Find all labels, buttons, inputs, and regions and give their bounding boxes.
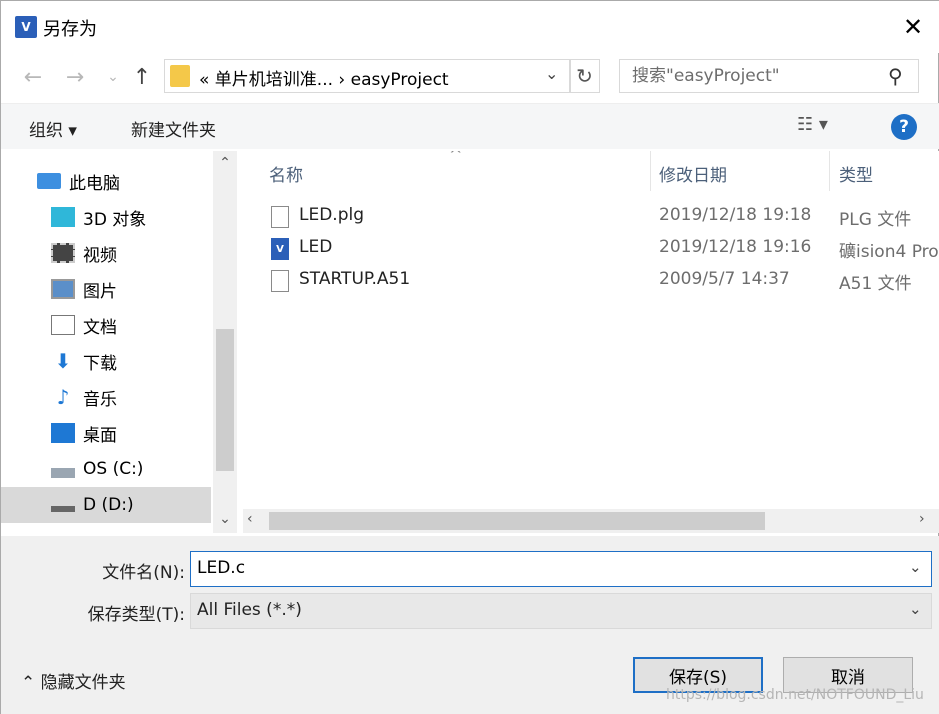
back-arrow-icon[interactable]: ← [19,63,47,91]
video-icon [51,243,75,263]
search-input[interactable] [632,66,887,86]
file-row[interactable]: STARTUP.A51 2009/5/7 14:37 A51 文件 [243,265,939,297]
navigation-pane: 此电脑 3D 对象 视频 图片 文档 ⬇ 下载 ♪ 音乐 桌面 OS (C:) … [1,151,239,536]
document-icon [271,206,289,228]
sidebar-item-label: 音乐 [83,389,117,410]
sidebar-item-label: 视频 [83,245,117,266]
file-type: 礦ision4 Pro [839,242,939,262]
sidebar-item-3d-objects[interactable]: 3D 对象 [1,199,211,235]
uvision-app-icon: V [15,16,37,38]
new-folder-button[interactable]: 新建文件夹 [131,116,216,141]
save-as-dialog: V 另存为 ✕ ← → ⌄ ↑ « 单片机培训准... › easyProjec… [0,0,939,714]
scroll-left-icon[interactable]: ‹ [247,511,253,527]
column-divider[interactable] [650,151,651,191]
scroll-right-icon[interactable]: › [919,511,925,527]
sidebar-item-documents[interactable]: 文档 [1,307,211,343]
refresh-icon[interactable]: ↻ [569,59,600,93]
sidebar-item-label: 3D 对象 [83,209,147,230]
recent-locations-icon[interactable]: ⌄ [99,63,127,91]
organize-button[interactable]: 组织 ▾ [29,116,77,141]
filename-combobox[interactable]: ⌄ [190,551,932,587]
computer-icon [37,173,61,189]
hide-folders-toggle[interactable]: ⌃ 隐藏文件夹 [21,668,126,693]
sidebar-item-label: 此电脑 [69,173,120,194]
filename-label: 文件名(N): [102,563,185,583]
scrollbar-thumb[interactable] [216,329,234,471]
uvision-icon: V [271,238,289,260]
sidebar-item-desktop[interactable]: 桌面 [1,415,211,451]
documents-icon [51,315,75,335]
toolbar: 组织 ▾ 新建文件夹 ☷ ▾ ? [1,103,939,149]
view-options-icon[interactable]: ☷ ▾ [797,114,828,135]
chevron-down-icon[interactable]: ⌄ [545,64,558,83]
address-path[interactable]: « 单片机培训准... › easyProject [199,65,449,90]
drive-d-icon [51,506,75,512]
filetype-select[interactable]: All Files (*.*) ⌄ [190,593,932,629]
sidebar-item-this-pc[interactable]: 此电脑 [1,163,211,199]
sidebar-item-videos[interactable]: 视频 [1,235,211,271]
pictures-icon [51,279,75,299]
search-icon[interactable]: ⚲ [888,64,903,88]
close-button[interactable]: ✕ [897,13,929,41]
address-bar[interactable]: « 单片机培训准... › easyProject ⌄ [164,59,571,93]
sidebar-item-pictures[interactable]: 图片 [1,271,211,307]
chevron-down-icon[interactable]: ⌄ [909,558,922,576]
sidebar-item-label: 图片 [83,281,117,302]
help-icon[interactable]: ? [891,114,917,140]
scrollbar-thumb[interactable] [269,512,765,530]
file-row[interactable]: V LED 2019/12/18 19:16 礦ision4 Pro [243,233,939,265]
document-icon [271,270,289,292]
3d-objects-icon [51,207,75,227]
column-header-type[interactable]: 类型 [839,161,873,186]
chevron-down-icon[interactable]: ⌄ [909,600,922,618]
file-date: 2019/12/18 19:16 [659,237,812,257]
music-icon: ♪ [56,385,70,409]
sidebar-item-music[interactable]: ♪ 音乐 [1,379,211,415]
sidebar-item-drive-c[interactable]: OS (C:) [1,451,211,487]
file-date: 2009/5/7 14:37 [659,269,790,289]
file-list-horizontal-scrollbar[interactable]: ‹ › [243,509,939,533]
scroll-down-icon[interactable]: ⌄ [213,511,237,527]
scroll-up-icon[interactable]: ⌃ [213,155,237,171]
watermark-text: https://blog.csdn.net/NOTFOUND_Liu [666,687,924,703]
column-header-date[interactable]: 修改日期 [659,161,727,186]
download-icon: ⬇ [54,349,72,373]
sidebar-item-label: 下载 [83,353,117,374]
sidebar-item-drive-d[interactable]: D (D:) [1,487,211,523]
sidebar-item-label: 文档 [83,317,117,338]
file-list: ^ 名称 修改日期 类型 LED.plg 2019/12/18 19:18 PL… [243,151,939,509]
sidebar-item-downloads[interactable]: ⬇ 下载 [1,343,211,379]
sidebar-item-label: 桌面 [83,425,117,446]
column-header-name[interactable]: 名称 [269,161,303,186]
dialog-title: 另存为 [43,19,97,40]
title-bar: V 另存为 ✕ [1,1,939,53]
sidebar-item-label: OS (C:) [83,459,144,479]
filetype-selected-value: All Files (*.*) [197,600,302,620]
file-type: A51 文件 [839,274,912,294]
save-options-panel: 文件名(N): ⌄ 保存类型(T): All Files (*.*) ⌄ ⌃ 隐… [1,536,939,714]
file-name: STARTUP.A51 [299,269,411,289]
filename-input[interactable] [197,558,897,578]
filetype-label: 保存类型(T): [87,605,185,625]
column-divider[interactable] [829,151,830,191]
sort-ascending-icon: ^ [449,151,463,164]
file-name: LED.plg [299,205,365,225]
drive-c-icon [51,468,75,478]
sidebar-item-label: D (D:) [83,495,134,515]
search-box[interactable]: ⚲ [619,59,919,93]
forward-arrow-icon[interactable]: → [61,63,89,91]
file-date: 2019/12/18 19:18 [659,205,812,225]
file-row[interactable]: LED.plg 2019/12/18 19:18 PLG 文件 [243,201,939,233]
desktop-icon [51,423,75,443]
navigation-scrollbar[interactable]: ⌃ ⌄ [213,151,237,533]
up-arrow-icon[interactable]: ↑ [128,63,156,91]
folder-icon [170,65,190,87]
file-name: LED [299,237,333,257]
file-type: PLG 文件 [839,210,912,230]
